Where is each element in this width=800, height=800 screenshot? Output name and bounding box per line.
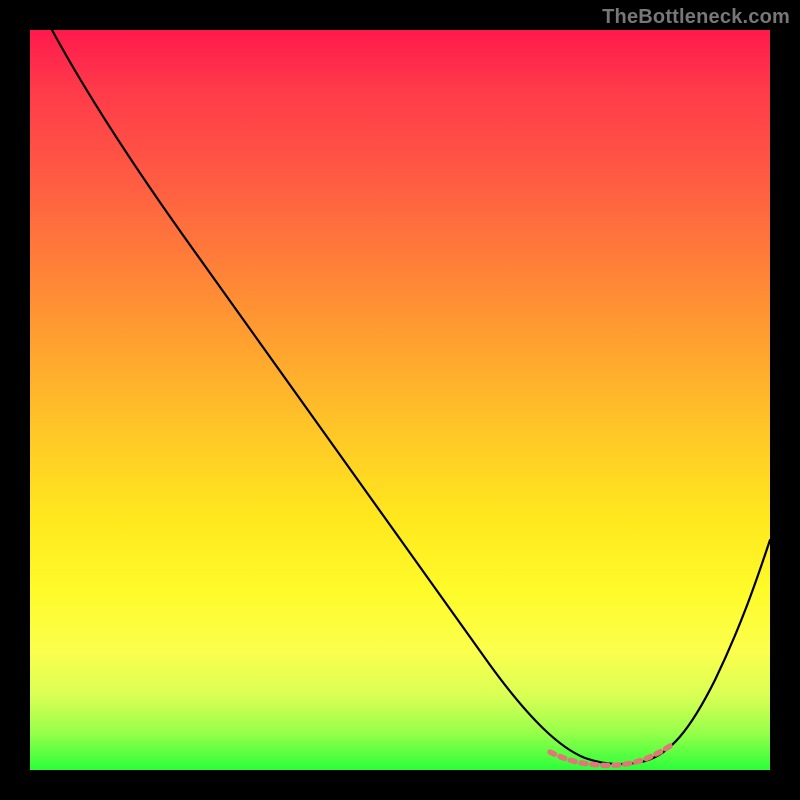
plot-area (30, 30, 770, 770)
chart-svg (30, 30, 770, 770)
watermark-text: TheBottleneck.com (602, 6, 790, 29)
chart-frame: TheBottleneck.com (0, 0, 800, 800)
bottleneck-curve (52, 30, 770, 764)
